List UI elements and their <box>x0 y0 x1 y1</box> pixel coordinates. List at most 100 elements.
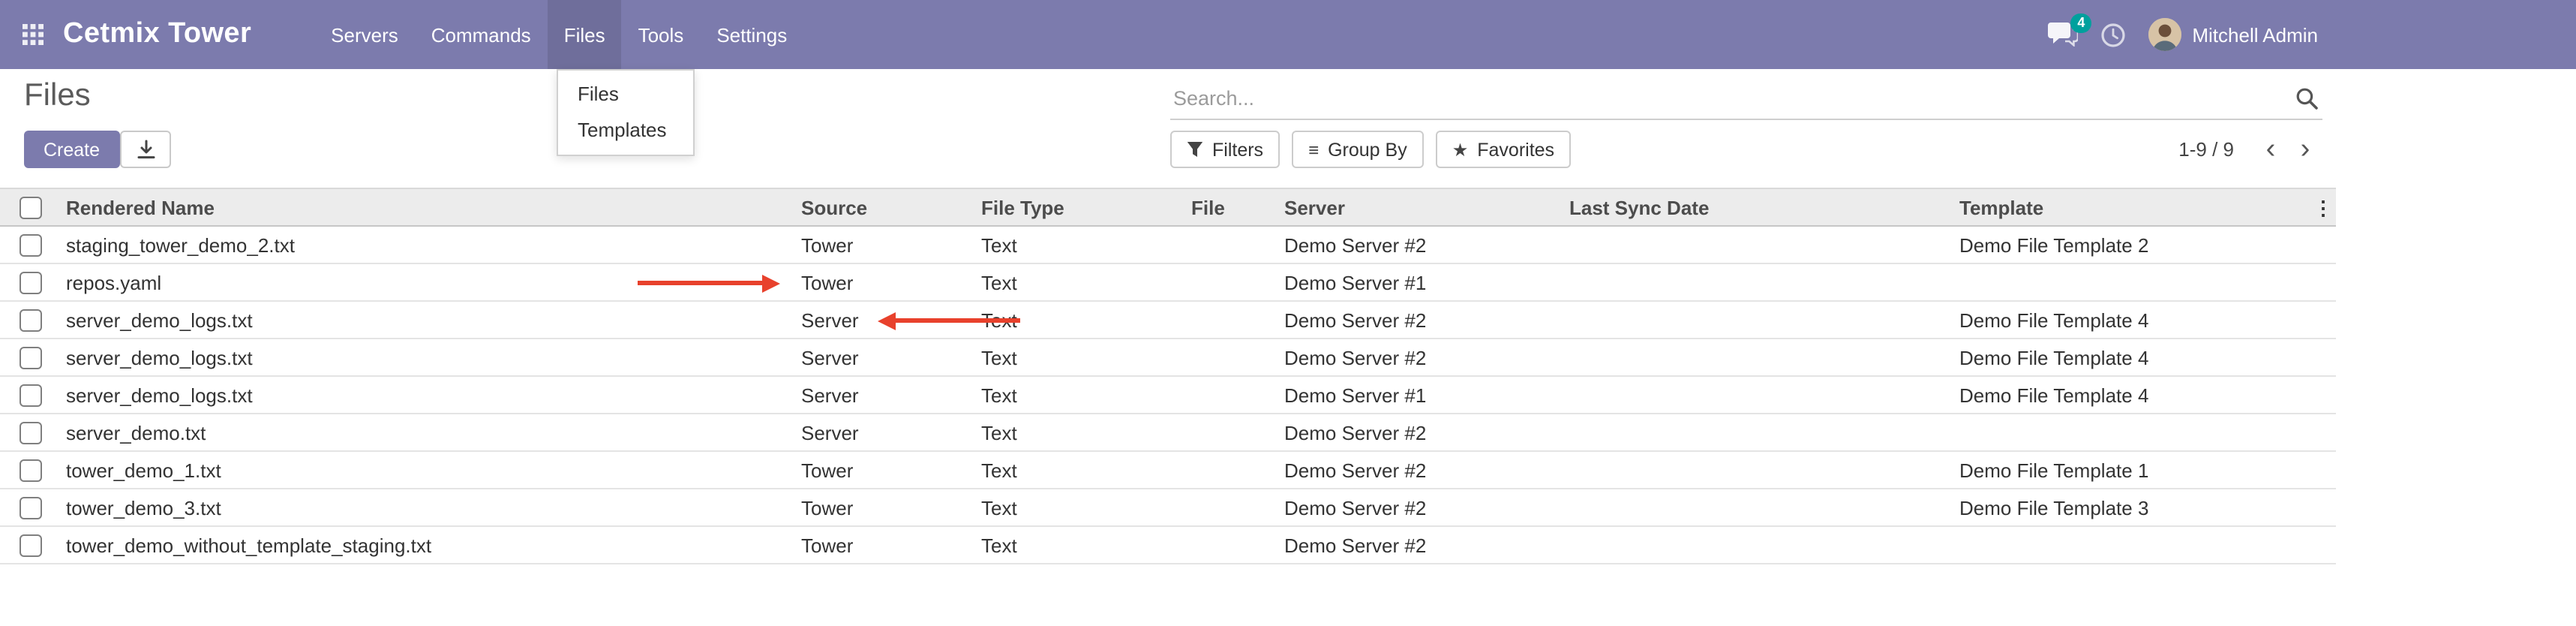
cell-file-type: Text <box>975 384 1185 406</box>
select-all-cell <box>0 196 60 218</box>
page-title: Files <box>24 78 91 114</box>
messages-count-badge: 4 <box>2070 14 2091 33</box>
table-row[interactable]: server_demo_logs.txt Server Text Demo Se… <box>0 377 2336 414</box>
cell-source: Tower <box>795 271 975 293</box>
create-button[interactable]: Create <box>24 131 119 168</box>
row-checkbox[interactable] <box>19 534 41 556</box>
column-header-server[interactable]: Server <box>1278 196 1563 218</box>
annotation-arrow-right <box>638 281 764 285</box>
table-row[interactable]: server_demo.txt Server Text Demo Server … <box>0 414 2336 452</box>
cell-server: Demo Server #1 <box>1278 384 1563 406</box>
search-icon[interactable] <box>2291 87 2322 110</box>
table-row[interactable]: server_demo_logs.txt Server Text Demo Se… <box>0 339 2336 377</box>
cell-server: Demo Server #2 <box>1278 496 1563 519</box>
search-input[interactable] <box>1170 87 2291 110</box>
download-icon <box>136 140 155 159</box>
row-checkbox[interactable] <box>19 346 41 369</box>
column-header-file-type[interactable]: File Type <box>975 196 1185 218</box>
cell-template: Demo File Template 3 <box>1953 496 2336 519</box>
activities-clock-icon[interactable] <box>2100 22 2126 47</box>
menu-commands[interactable]: Commands <box>415 0 548 69</box>
user-menu[interactable]: Mitchell Admin <box>2148 18 2318 51</box>
cell-rendered-name: server_demo.txt <box>60 421 795 444</box>
table-row[interactable]: tower_demo_without_template_staging.txt … <box>0 527 2336 564</box>
table-row[interactable]: tower_demo_3.txt Tower Text Demo Server … <box>0 489 2336 527</box>
row-checkbox[interactable] <box>19 308 41 331</box>
row-checkbox-cell <box>0 384 60 406</box>
column-header-file[interactable]: File <box>1185 196 1278 218</box>
menu-tools[interactable]: Tools <box>622 0 701 69</box>
cell-rendered-name: tower_demo_without_template_staging.txt <box>60 534 795 556</box>
menu-settings[interactable]: Settings <box>700 0 803 69</box>
column-header-last-sync-date[interactable]: Last Sync Date <box>1563 196 1953 218</box>
pager-range: 1-9 / 9 <box>2178 138 2234 161</box>
cell-template: Demo File Template 4 <box>1953 346 2336 369</box>
table-row[interactable]: server_demo_logs.txt Server Text Demo Se… <box>0 302 2336 339</box>
table-row[interactable]: staging_tower_demo_2.txt Tower Text Demo… <box>0 227 2336 264</box>
cell-file-type: Text <box>975 496 1185 519</box>
favorites-button[interactable]: ★ Favorites <box>1436 131 1571 168</box>
export-download-button[interactable] <box>120 131 171 168</box>
cell-server: Demo Server #1 <box>1278 271 1563 293</box>
cell-rendered-name: server_demo_logs.txt <box>60 384 795 406</box>
row-checkbox[interactable] <box>19 421 41 444</box>
cell-template: Demo File Template 2 <box>1953 233 2336 256</box>
cell-file-type: Text <box>975 271 1185 293</box>
table-header: Rendered Name Source File Type File Serv… <box>0 188 2336 227</box>
cell-server: Demo Server #2 <box>1278 233 1563 256</box>
files-menu-dropdown: Files Templates <box>557 69 695 156</box>
cell-server: Demo Server #2 <box>1278 421 1563 444</box>
cell-file-type: Text <box>975 459 1185 481</box>
cell-source: Tower <box>795 459 975 481</box>
row-checkbox[interactable] <box>19 233 41 256</box>
cell-source: Server <box>795 421 975 444</box>
dropdown-item-files[interactable]: Files <box>558 77 693 113</box>
annotation-arrow-left <box>894 318 1020 323</box>
cell-rendered-name: tower_demo_1.txt <box>60 459 795 481</box>
cell-template: Demo File Template 1 <box>1953 459 2336 481</box>
row-checkbox[interactable] <box>19 496 41 519</box>
favorites-label: Favorites <box>1477 139 1554 160</box>
search-options-bar: Filters ≡ Group By ★ Favorites <box>1170 131 1571 168</box>
filters-button[interactable]: Filters <box>1170 131 1280 168</box>
row-checkbox-cell <box>0 496 60 519</box>
column-header-rendered-name[interactable]: Rendered Name <box>60 196 795 218</box>
apps-grid-icon[interactable] <box>23 24 44 45</box>
cell-rendered-name: server_demo_logs.txt <box>60 346 795 369</box>
top-navbar: Cetmix Tower Servers Commands Files Tool… <box>0 0 2576 69</box>
menu-servers[interactable]: Servers <box>314 0 415 69</box>
cell-template: Demo File Template 4 <box>1953 308 2336 331</box>
select-all-checkbox[interactable] <box>19 196 41 218</box>
row-checkbox[interactable] <box>19 271 41 293</box>
row-checkbox-cell <box>0 421 60 444</box>
files-list-view: Rendered Name Source File Type File Serv… <box>0 188 2336 564</box>
row-checkbox-cell <box>0 534 60 556</box>
row-checkbox[interactable] <box>19 459 41 481</box>
app-brand-title: Cetmix Tower <box>63 18 251 51</box>
column-header-template[interactable]: Template <box>1953 196 2336 218</box>
menu-files[interactable]: Files <box>548 0 622 69</box>
table-row[interactable]: tower_demo_1.txt Tower Text Demo Server … <box>0 452 2336 489</box>
messages-icon[interactable]: 4 <box>2048 23 2078 47</box>
cell-file-type: Text <box>975 421 1185 444</box>
main-menu: Servers Commands Files Tools Settings <box>314 0 803 69</box>
cell-template: Demo File Template 4 <box>1953 384 2336 406</box>
column-header-source[interactable]: Source <box>795 196 975 218</box>
row-checkbox-cell <box>0 346 60 369</box>
row-checkbox[interactable] <box>19 384 41 406</box>
cell-rendered-name: server_demo_logs.txt <box>60 308 795 331</box>
pager-next-button[interactable]: › <box>2288 131 2322 168</box>
row-checkbox-cell <box>0 271 60 293</box>
dropdown-item-templates[interactable]: Templates <box>558 113 693 149</box>
cell-source: Tower <box>795 534 975 556</box>
cell-server: Demo Server #2 <box>1278 308 1563 331</box>
group-by-button[interactable]: ≡ Group By <box>1292 131 1424 168</box>
pager-previous-button[interactable]: ‹ <box>2253 131 2288 168</box>
star-icon: ★ <box>1452 140 1469 158</box>
optional-columns-icon[interactable]: ⋮ <box>2312 189 2334 228</box>
cell-file-type: Text <box>975 534 1185 556</box>
cell-source: Server <box>795 346 975 369</box>
cell-rendered-name: staging_tower_demo_2.txt <box>60 233 795 256</box>
table-row[interactable]: repos.yaml Tower Text Demo Server #1 <box>0 264 2336 302</box>
cell-file-type: Text <box>975 233 1185 256</box>
